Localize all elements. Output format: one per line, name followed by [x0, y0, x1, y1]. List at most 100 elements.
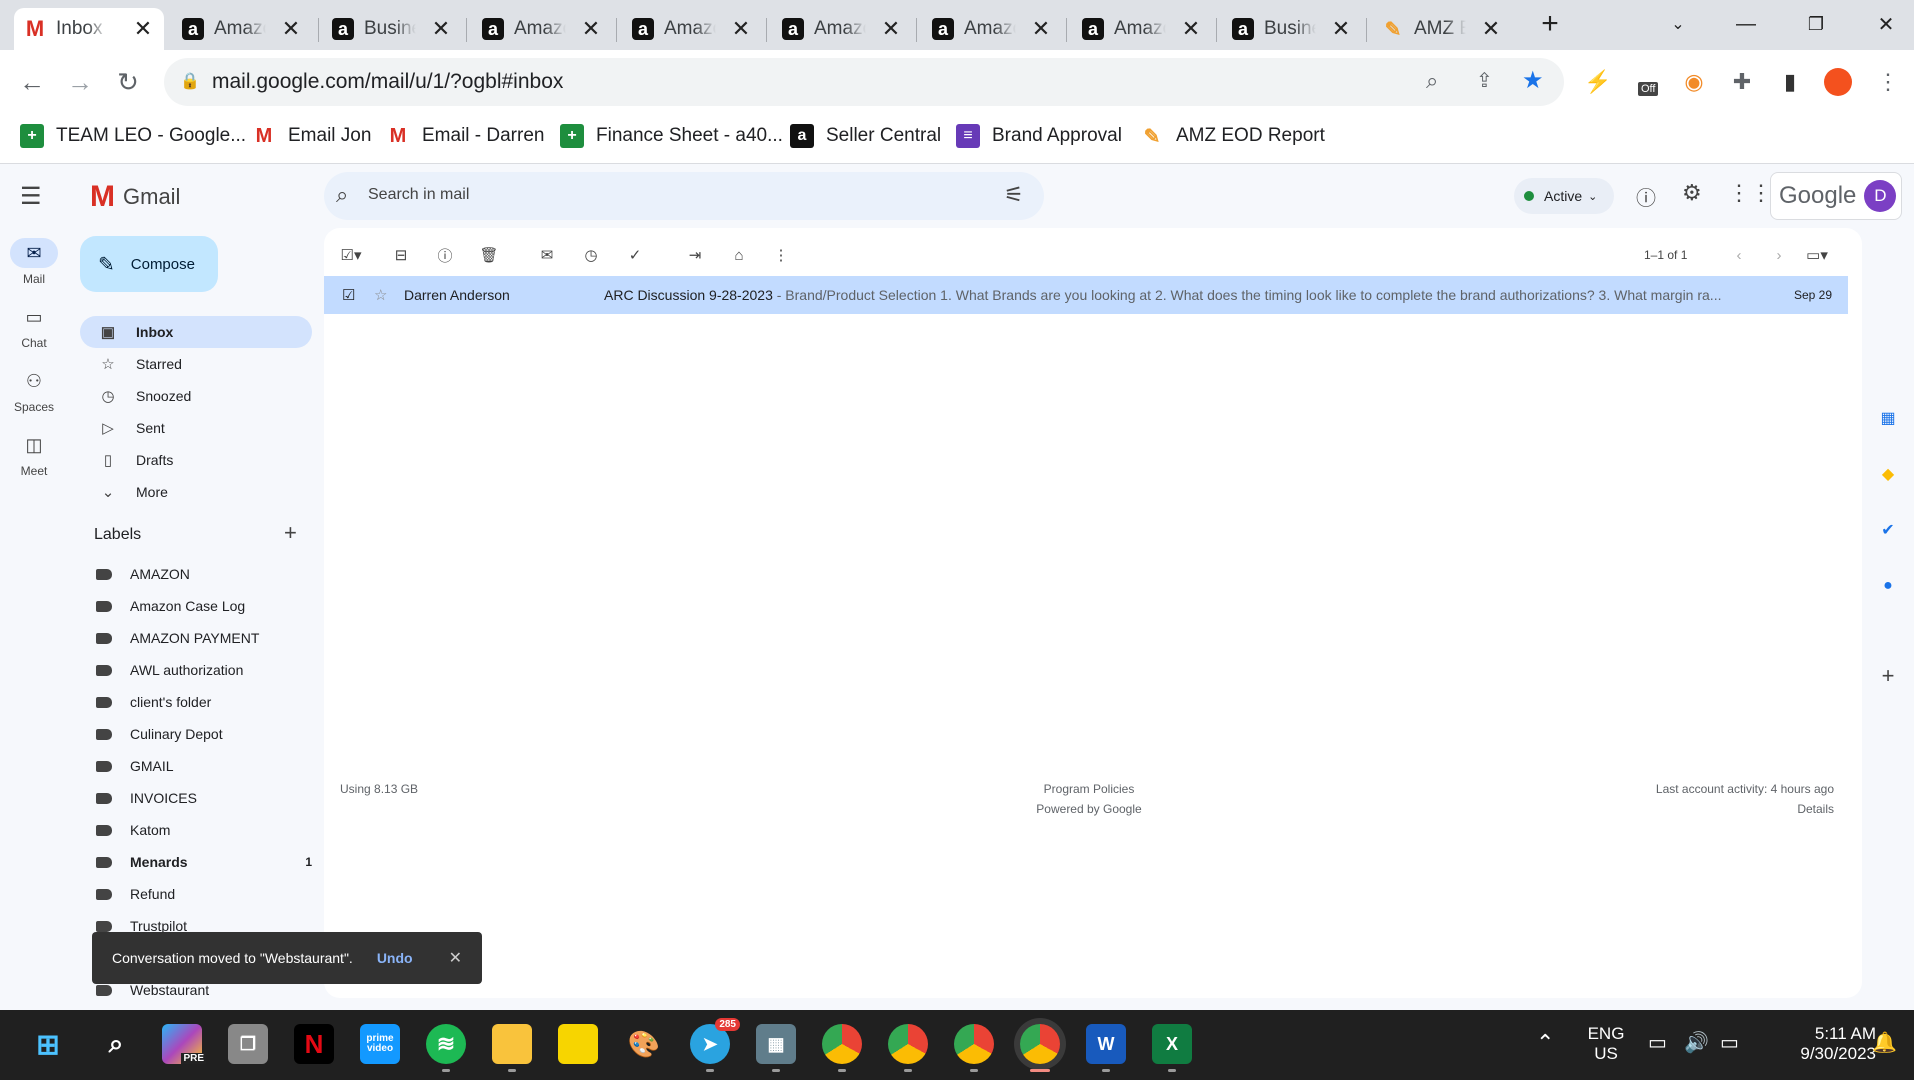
rail-mail[interactable]: ✉ Mail [4, 238, 64, 286]
chrome-icon[interactable] [822, 1024, 862, 1072]
tasks-icon[interactable]: ✔ [1876, 518, 1900, 542]
bookmark-amz-eod[interactable]: ✎ AMZ EOD Report [1140, 124, 1325, 148]
task-view-icon[interactable]: ❐ [228, 1024, 268, 1064]
file-explorer-icon[interactable] [492, 1024, 532, 1072]
tab-business[interactable]: a Business ✕ [322, 8, 462, 50]
label-item[interactable]: AWL authorization [96, 654, 312, 686]
restore-button[interactable]: ❐ [1796, 8, 1836, 40]
search-icon[interactable]: ⌕ [96, 1024, 136, 1064]
archive-icon[interactable]: ⊟ [386, 240, 416, 270]
clock[interactable]: 5:11 AM 9/30/2023 [1766, 1024, 1876, 1064]
volume-icon[interactable]: 🔊 [1684, 1030, 1709, 1055]
tab-inbox[interactable]: M Inbox ✕ [14, 8, 164, 50]
search-input[interactable]: Search in mail [368, 186, 469, 204]
rail-spaces[interactable]: ⚇ Spaces [4, 366, 64, 415]
close-tab-icon[interactable]: ✕ [1030, 16, 1052, 42]
tab-amazon[interactable]: a Amazon ✕ [622, 8, 762, 50]
snooze-icon[interactable]: ◷ [576, 240, 606, 270]
address-bar[interactable]: 🔒 mail.google.com/mail/u/1/?ogbl#inbox ⌕… [164, 58, 1564, 106]
bookmark-brand-approval[interactable]: ≡ Brand Approval [956, 124, 1122, 148]
undo-button[interactable]: Undo [377, 950, 413, 966]
nav-item-sent[interactable]: ▷ Sent [80, 412, 312, 444]
new-tab-button[interactable]: + [1530, 7, 1570, 40]
windows-start-icon[interactable]: ⊞ [28, 1024, 68, 1064]
orange-extension-icon[interactable]: ◉ [1676, 64, 1712, 100]
row-checkbox[interactable]: ☑ [342, 286, 364, 304]
tab-amazon[interactable]: a Amazon ✕ [172, 8, 312, 50]
move-to-icon[interactable]: ⇥ [680, 240, 710, 270]
close-tab-icon[interactable]: ✕ [1330, 16, 1352, 42]
close-window-button[interactable]: ✕ [1866, 8, 1906, 40]
netflix-icon[interactable]: N [294, 1024, 334, 1064]
tab-amazon[interactable]: a Amazon ✕ [472, 8, 612, 50]
network-icon[interactable]: ▭ [1648, 1030, 1667, 1055]
spotify-icon[interactable]: ≋ [426, 1024, 466, 1072]
contacts-icon[interactable]: ● [1876, 574, 1900, 598]
status-selector[interactable]: Active ⌄ [1514, 178, 1614, 214]
side-panel-icon[interactable]: ▮ [1772, 64, 1808, 100]
chrome-icon[interactable] [888, 1024, 928, 1072]
bookmark-email-darren[interactable]: M Email - Darren [386, 124, 545, 148]
nav-item-more[interactable]: ⌄ More [80, 476, 312, 508]
puzzle-extensions-icon[interactable]: ✚ [1724, 64, 1760, 100]
forward-button[interactable]: → [60, 62, 100, 102]
tab-amazon[interactable]: a Amazon ✕ [772, 8, 912, 50]
prime-video-icon[interactable]: prime video [360, 1024, 400, 1064]
chrome-active-icon[interactable] [1020, 1024, 1060, 1072]
bookmark-email-jon[interactable]: M Email Jon [252, 124, 372, 148]
more-options-icon[interactable]: ⋮ [766, 240, 796, 270]
label-item[interactable]: INVOICES [96, 782, 312, 814]
lock-icon[interactable]: 🔒 [180, 71, 200, 91]
report-spam-icon[interactable]: ⓘ [430, 240, 460, 270]
calculator-icon[interactable]: ▦ [756, 1024, 796, 1072]
close-tab-icon[interactable]: ✕ [880, 16, 902, 42]
show-hidden-icons[interactable]: ⌃ [1536, 1030, 1554, 1056]
avatar[interactable]: D [1864, 180, 1897, 212]
add-task-icon[interactable]: ✓ [620, 240, 650, 270]
close-tab-icon[interactable]: ✕ [430, 16, 452, 42]
telegram-icon[interactable]: ➤ 285 [690, 1018, 740, 1072]
label-item[interactable]: GMAIL [96, 750, 312, 782]
main-menu-icon[interactable]: ☰ [20, 182, 42, 211]
zoom-icon[interactable]: ⌕ [1426, 68, 1438, 94]
star-icon[interactable]: ☆ [374, 286, 394, 304]
tab-amazon[interactable]: a Amazon ✕ [1072, 8, 1212, 50]
language-indicator[interactable]: ENG US [1586, 1024, 1626, 1064]
close-tab-icon[interactable]: ✕ [1180, 16, 1202, 42]
sticky-notes-icon[interactable] [558, 1024, 598, 1064]
program-policies-link[interactable]: Program Policies [964, 782, 1214, 796]
close-tab-icon[interactable]: ✕ [1480, 16, 1502, 42]
label-item[interactable]: Refund [96, 878, 312, 910]
tab-business[interactable]: a Business ✕ [1222, 8, 1362, 50]
calendar-icon[interactable]: ▦ [1876, 406, 1900, 430]
rail-chat[interactable]: ▭ Chat [4, 302, 64, 351]
bookmark-star-icon[interactable]: ★ [1522, 66, 1544, 95]
url-text[interactable]: mail.google.com/mail/u/1/?ogbl#inbox [212, 70, 563, 94]
tab-amazon[interactable]: a Amazon ✕ [922, 8, 1062, 50]
notifications-bell-icon[interactable]: 🔔 [1872, 1030, 1897, 1055]
chrome-icon[interactable] [954, 1024, 994, 1072]
details-link[interactable]: Details [1524, 802, 1834, 816]
profile-avatar[interactable] [1820, 64, 1856, 100]
off-extension-icon[interactable]: Off [1632, 64, 1668, 100]
minimize-button[interactable]: — [1726, 8, 1766, 40]
close-tab-icon[interactable]: ✕ [132, 16, 154, 42]
scout-extension-icon[interactable]: ⚡ [1580, 64, 1616, 100]
gmail-logo[interactable]: M Gmail [90, 180, 180, 214]
table-row[interactable]: ☑ ☆ Darren Anderson ARC Discussion 9-28-… [324, 276, 1848, 314]
excel-icon[interactable]: X [1152, 1024, 1192, 1072]
label-as-icon[interactable]: ⌂ [724, 240, 754, 270]
bookmark-team-leo[interactable]: + TEAM LEO - Google... [20, 124, 246, 148]
label-item[interactable]: Katom [96, 814, 312, 846]
add-label-icon[interactable]: + [284, 520, 297, 546]
close-tab-icon[interactable]: ✕ [730, 16, 752, 42]
help-icon[interactable]: ⓘ [1636, 182, 1656, 211]
search-options-icon[interactable]: ⚟ [1004, 182, 1024, 208]
word-icon[interactable]: W [1086, 1024, 1126, 1072]
get-addons-icon[interactable]: + [1876, 663, 1900, 688]
nav-item-snoozed[interactable]: ◷ Snoozed [80, 380, 312, 412]
label-item[interactable]: Amazon Case Log [96, 590, 312, 622]
keep-icon[interactable]: ◆ [1876, 462, 1900, 486]
nav-item-inbox[interactable]: ▣ Inbox [80, 316, 312, 348]
paint-icon[interactable]: 🎨 [624, 1024, 664, 1064]
